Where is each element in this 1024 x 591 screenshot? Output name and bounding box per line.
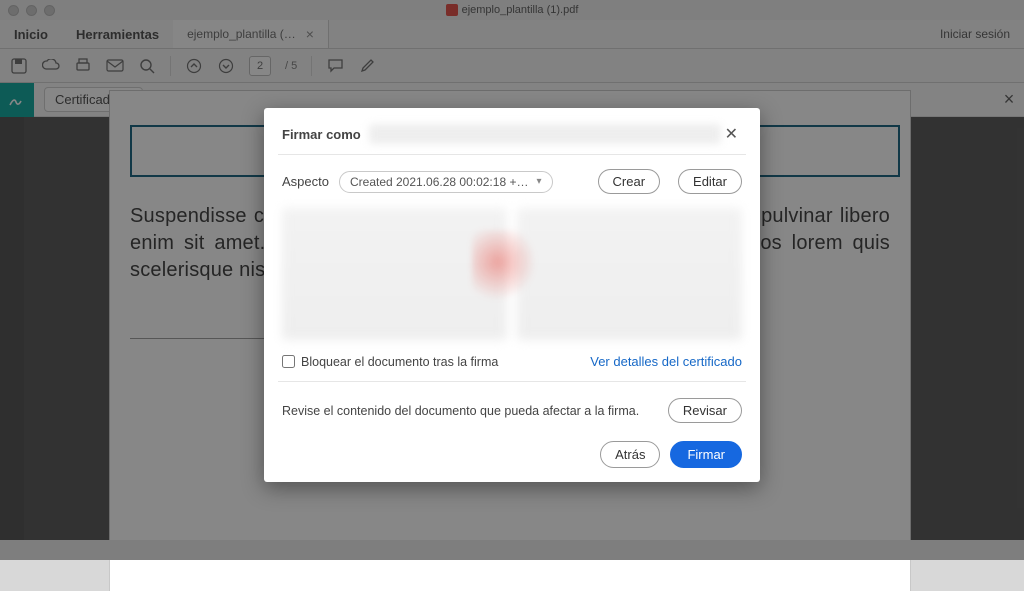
back-button[interactable]: Atrás: [600, 441, 660, 468]
review-warning-text: Revise el contenido del documento que pu…: [282, 404, 656, 418]
lock-label: Bloquear el documento tras la firma: [301, 355, 498, 369]
adobe-watermark-icon: [472, 230, 536, 310]
signer-identity-redacted: [369, 124, 721, 144]
appearance-value: Created 2021.06.28 00:02:18 +…: [350, 175, 528, 189]
appearance-label: Aspecto: [282, 174, 329, 189]
chevron-down-icon: ▾: [536, 176, 541, 187]
signature-preview: [282, 208, 742, 340]
review-button[interactable]: Revisar: [668, 398, 742, 423]
appearance-select[interactable]: Created 2021.06.28 00:02:18 +… ▾: [339, 171, 553, 193]
preview-details-block: [517, 208, 742, 340]
lock-document-checkbox[interactable]: Bloquear el documento tras la firma: [282, 355, 498, 369]
dialog-separator: [278, 154, 746, 155]
dialog-separator: [278, 381, 746, 382]
lock-checkbox-input[interactable]: [282, 355, 295, 368]
sign-as-dialog: Firmar como ✕ Aspecto Created 2021.06.28…: [264, 108, 760, 482]
dialog-title: Firmar como: [282, 127, 361, 142]
sign-button[interactable]: Firmar: [670, 441, 742, 468]
view-certificate-details-link[interactable]: Ver detalles del certificado: [590, 354, 742, 369]
create-button[interactable]: Crear: [598, 169, 661, 194]
edit-button[interactable]: Editar: [678, 169, 742, 194]
dialog-close-icon[interactable]: ✕: [721, 124, 742, 144]
